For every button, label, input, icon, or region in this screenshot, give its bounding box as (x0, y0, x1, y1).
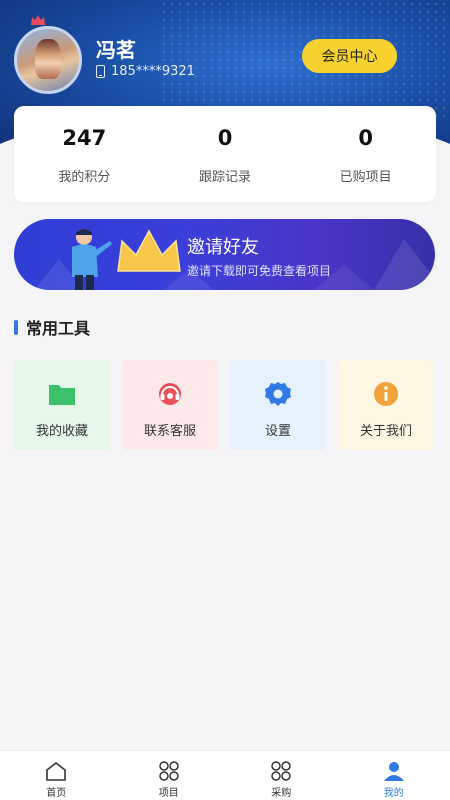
tool-about-us[interactable]: 关于我们 (338, 360, 434, 450)
folder-icon (49, 385, 75, 405)
tab-purchase[interactable]: 采购 (225, 751, 338, 800)
tab-mine[interactable]: 我的 (338, 751, 450, 800)
grid-icon (271, 761, 291, 781)
stat-points[interactable]: 247 我的积分 (14, 106, 155, 202)
stat-value: 0 (217, 126, 233, 150)
crown-badge-icon (31, 15, 45, 25)
headset-icon (159, 383, 181, 405)
stat-label: 我的积分 (58, 170, 111, 185)
grid-icon (159, 761, 179, 781)
section-accent-bar (14, 319, 18, 335)
invite-subtitle: 邀请下载即可免费查看项目 (187, 264, 332, 278)
tool-favorites[interactable]: 我的收藏 (14, 360, 110, 450)
crown-icon (117, 229, 181, 272)
tab-label: 项目 (158, 788, 179, 799)
stats-card: 247 我的积分 0 跟踪记录 0 已购项目 (14, 106, 436, 202)
member-center-button[interactable]: 会员中心 (302, 39, 397, 73)
invite-title: 邀请好友 (187, 237, 259, 258)
tool-customer-service[interactable]: 联系客服 (122, 360, 218, 450)
tab-label: 我的 (383, 788, 404, 799)
stat-tracking[interactable]: 0 跟踪记录 (155, 106, 296, 202)
person-illustration-icon (72, 229, 112, 290)
tab-projects[interactable]: 项目 (113, 751, 226, 800)
invite-friends-banner[interactable]: 邀请好友 邀请下载即可免费查看项目 (14, 219, 435, 290)
info-icon (374, 382, 398, 406)
home-icon (46, 762, 67, 781)
avatar[interactable] (14, 26, 82, 94)
stat-label: 已购项目 (339, 170, 392, 185)
stat-purchased[interactable]: 0 已购项目 (295, 106, 436, 202)
phone-row: 185****9321 (96, 64, 195, 79)
section-title: 常用工具 (26, 319, 91, 338)
phone-icon (96, 65, 105, 78)
tool-label: 我的收藏 (35, 424, 88, 439)
bottom-tab-bar: 首页 项目 采购 我的 (0, 750, 450, 800)
tab-label: 采购 (271, 788, 292, 799)
tool-label: 设置 (264, 424, 291, 439)
gear-icon (265, 382, 291, 406)
stat-value: 247 (62, 126, 107, 150)
tab-home[interactable]: 首页 (0, 751, 113, 800)
tool-label: 联系客服 (143, 424, 196, 439)
stat-label: 跟踪记录 (199, 170, 252, 185)
tools-section-header: 常用工具 (14, 315, 90, 339)
tools-grid: 我的收藏 联系客服 设置 关于我们 (14, 360, 436, 450)
tab-label: 首页 (46, 788, 67, 799)
tool-label: 关于我们 (359, 424, 412, 439)
user-name: 冯茗 (96, 38, 136, 62)
stat-value: 0 (358, 126, 373, 150)
tool-settings[interactable]: 设置 (230, 360, 326, 450)
user-icon (383, 762, 404, 781)
phone-number: 185****9321 (111, 64, 195, 79)
